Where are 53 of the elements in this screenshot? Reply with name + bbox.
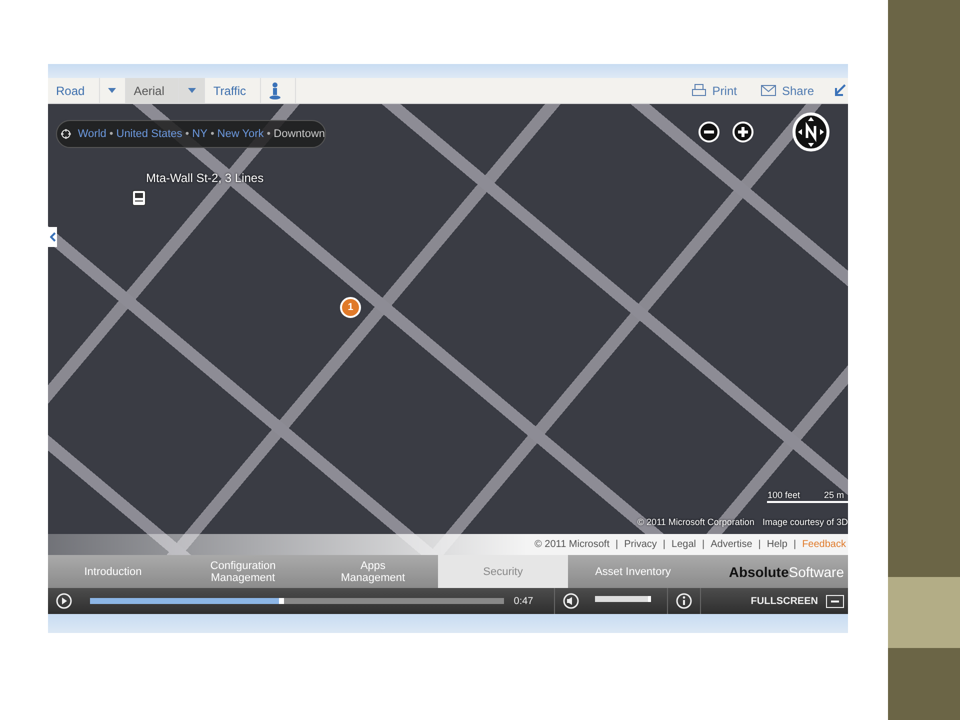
footer-separator: | <box>616 539 618 550</box>
copyright-text: © 2011 Microsoft <box>534 539 610 550</box>
toolbar-action[interactable]: Print <box>680 78 749 103</box>
elapsed-time: 0:47 <box>514 596 534 606</box>
breadcrumb-current: Downtown <box>274 128 325 140</box>
chapter-tab[interactable]: Apps Management <box>308 555 438 588</box>
collapse-arrow-icon <box>834 84 846 98</box>
chapter-tab[interactable]: Security <box>438 555 568 588</box>
map-view-tab[interactable]: Road <box>48 78 100 103</box>
breadcrumb-separator: • <box>210 128 214 140</box>
scale-label: 100 feet <box>767 490 800 500</box>
footer-separator: | <box>758 539 761 550</box>
breadcrumb-separator: • <box>185 128 190 140</box>
breadcrumb-link[interactable]: World <box>78 128 106 140</box>
brand-logo: AbsoluteSoftware <box>728 562 845 582</box>
caret-icon <box>188 88 196 93</box>
footer-link[interactable]: Advertise <box>710 539 752 550</box>
breadcrumb-separator: • <box>266 128 271 140</box>
breadcrumb-separator: • <box>109 128 114 140</box>
footer-link[interactable]: Feedback <box>802 539 846 550</box>
transit-label: Mta-Wall St-2, 3 Lines <box>146 171 264 185</box>
play-icon <box>56 593 72 609</box>
footer-separator: | <box>662 539 666 550</box>
footer-separator: | <box>702 539 705 550</box>
chapter-tab[interactable]: Introduction <box>48 555 178 588</box>
image-credit: Image courtesy of 3D <box>762 517 848 527</box>
breadcrumb-link[interactable]: New York <box>217 128 264 140</box>
chapter-tab[interactable]: Asset Inventory <box>568 555 698 588</box>
train-icon <box>132 190 146 206</box>
breadcrumb-link[interactable]: NY <box>192 128 208 140</box>
scale-label: 25 m <box>824 490 844 500</box>
map-view-tab[interactable]: Aerial <box>126 78 180 103</box>
printer-icon <box>692 84 706 97</box>
progress-track[interactable] <box>90 598 504 604</box>
collapse-button[interactable] <box>48 227 57 247</box>
footer-link[interactable]: Privacy <box>624 539 657 550</box>
chapter-tab[interactable]: Configuration Management <box>178 555 308 588</box>
stripe-block <box>888 577 960 648</box>
map-attribution: © 2011 Microsoft Corporation <box>637 517 754 527</box>
toolbar-action[interactable]: Share <box>748 78 826 103</box>
info-icon <box>676 593 692 609</box>
caret-icon <box>108 88 116 93</box>
envelope-icon <box>760 85 776 96</box>
map-view-tab[interactable]: Traffic <box>205 78 262 103</box>
footer-link[interactable]: Help <box>766 539 788 550</box>
breadcrumb-link[interactable]: United States <box>116 128 182 140</box>
footer-link[interactable]: Legal <box>672 539 696 550</box>
chevron-icon <box>50 232 56 242</box>
speaker-icon <box>563 593 580 609</box>
footer-separator: | <box>793 539 796 550</box>
window-icon <box>826 594 844 608</box>
dropdown-button[interactable] <box>179 78 206 103</box>
person-icon <box>269 82 282 100</box>
